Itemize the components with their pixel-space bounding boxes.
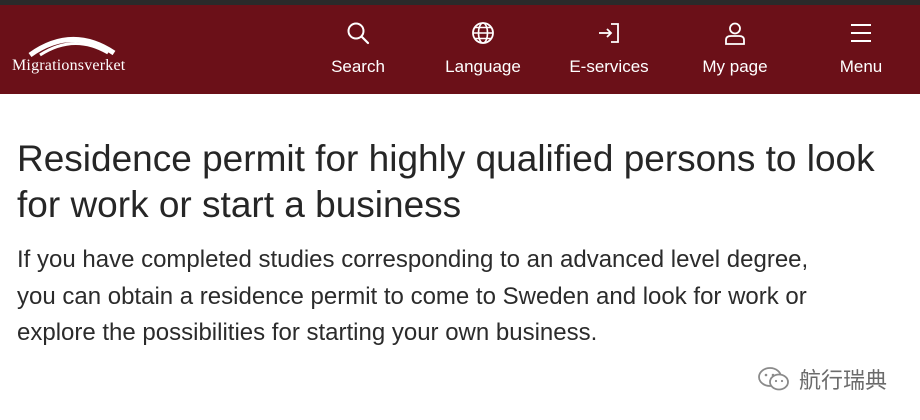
migrationsverket-logo[interactable]: Migrationsverket [12,29,142,81]
page-title: Residence permit for highly qualified pe… [17,138,875,225]
nav-search[interactable]: Search [303,21,413,81]
nav-language-label: Language [445,57,521,76]
nav-e-services-label: E-services [569,57,649,76]
hamburger-menu-icon [851,24,871,42]
watermark-text: 航行瑞典 [799,369,888,394]
brand-name: Migrationsverket [12,57,126,74]
main-content: Residence permit for highly qualified pe… [17,136,897,352]
arch-logo-icon [28,37,116,57]
site-header: Migrationsverket Search Language E-servi… [0,5,920,94]
nav-e-services[interactable]: E-services [554,21,664,81]
wechat-watermark: 航行瑞典 [757,362,887,396]
nav-my-page[interactable]: My page [680,21,790,81]
wechat-icon [758,367,789,391]
nav-menu-label: Menu [839,57,883,76]
search-icon [347,22,370,45]
nav-language[interactable]: Language [428,21,538,81]
nav-my-page-label: My page [702,57,768,76]
sign-in-icon [599,23,619,43]
intro-paragraph: If you have completed studies correspond… [17,246,809,346]
user-icon [725,22,745,45]
globe-icon [472,22,494,44]
nav-search-label: Search [331,57,385,76]
nav-menu[interactable]: Menu [806,21,916,81]
